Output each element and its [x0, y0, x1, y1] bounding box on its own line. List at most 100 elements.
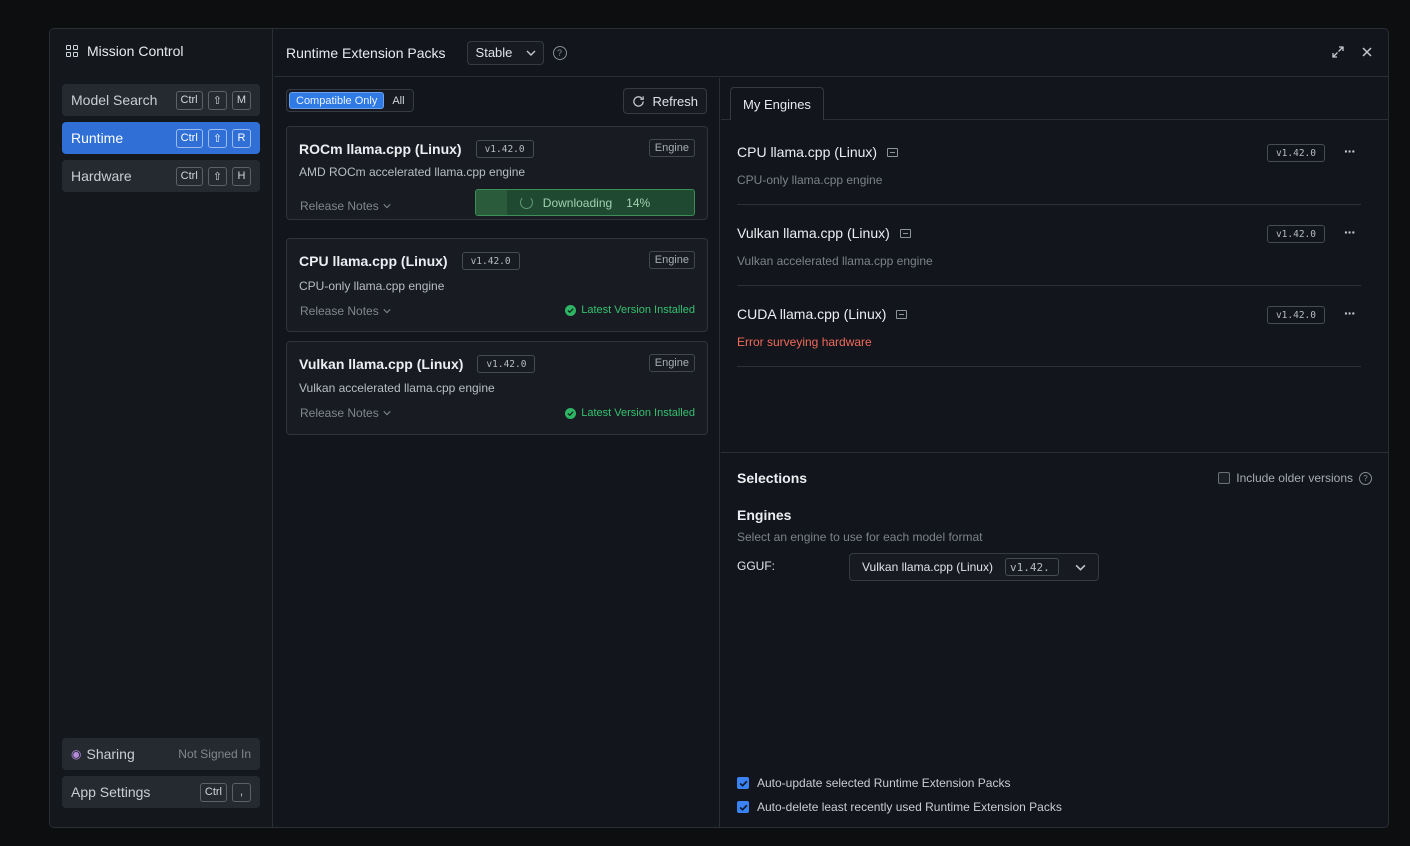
more-options-icon[interactable]: ··· [1344, 224, 1356, 240]
release-notes-label: Release Notes [300, 199, 379, 213]
gguf-label: GGUF: [737, 559, 775, 573]
kbd-key: Ctrl [175, 166, 203, 186]
sidebar-item-runtime[interactable]: Runtime Ctrl ⇧ R [62, 122, 260, 154]
selections-section: Selections Include older versions ? Engi… [721, 452, 1388, 827]
version-badge: v1.42.0 [475, 140, 534, 158]
shortcut-keys: Ctrl ⇧ H [175, 166, 251, 186]
notes-icon[interactable] [899, 228, 911, 238]
mission-control-window: Mission Control Model Search Ctrl ⇧ M Ru… [49, 28, 1389, 828]
channel-select-value: Stable [475, 45, 513, 60]
engine-tag: Engine [648, 139, 695, 157]
pack-card-vulkan: Vulkan llama.cpp (Linux) v1.42.0 Engine … [286, 341, 708, 435]
notes-icon[interactable] [887, 147, 899, 157]
version-badge: v1.42.0 [1266, 306, 1325, 324]
filter-compatible-only[interactable]: Compatible Only [289, 92, 385, 109]
release-notes-toggle[interactable]: Release Notes [300, 199, 391, 213]
include-older-checkbox[interactable] [1218, 472, 1231, 484]
auto-delete-option[interactable]: Auto-delete least recently used Runtime … [737, 800, 1062, 814]
sidebar-item-hardware[interactable]: Hardware Ctrl ⇧ H [62, 160, 260, 192]
engines-description: Select an engine to use for each model f… [737, 530, 983, 544]
sidebar-item-sharing[interactable]: ◉ Sharing Not Signed In [62, 738, 260, 770]
version-badge: v1.42.0 [1266, 144, 1325, 162]
filter-all[interactable]: All [386, 92, 410, 109]
pack-description: Vulkan accelerated llama.cpp engine [299, 381, 495, 395]
spinner-icon [519, 196, 533, 209]
refresh-icon [633, 95, 645, 107]
engine-name: Vulkan llama.cpp (Linux) [737, 225, 890, 241]
engine-name: CUDA llama.cpp (Linux) [737, 306, 887, 322]
installed-label: Latest Version Installed [581, 407, 695, 419]
pack-name: Vulkan llama.cpp (Linux) [299, 356, 464, 372]
pack-name: ROCm llama.cpp (Linux) [299, 141, 462, 157]
my-engines-pane: My Engines CPU llama.cpp (Linux) CPU-onl… [721, 78, 1388, 827]
help-icon[interactable]: ? [552, 45, 567, 60]
engine-description: Vulkan accelerated llama.cpp engine [737, 254, 933, 268]
auto-update-checkbox[interactable] [737, 777, 749, 789]
selections-title: Selections [737, 470, 808, 486]
engine-row-cpu: CPU llama.cpp (Linux) CPU-only llama.cpp… [737, 124, 1361, 205]
shortcut-keys: Ctrl , [199, 782, 251, 802]
alien-icon: ◉ [71, 747, 82, 761]
download-progress: Downloading 14% [475, 189, 695, 216]
engine-tag: Engine [648, 354, 695, 372]
runtime-packs-pane: Compatible Only All Refresh ROCm llama.c… [274, 78, 720, 827]
pack-card-rocm: ROCm llama.cpp (Linux) v1.42.0 Engine AM… [286, 126, 708, 220]
kbd-key: Ctrl [199, 782, 227, 802]
more-options-icon[interactable]: ··· [1344, 143, 1356, 159]
kbd-key: M [231, 90, 251, 110]
grid-icon [66, 44, 79, 58]
gguf-engine-version: v1.42. [1004, 558, 1059, 576]
download-percent: 14% [626, 195, 651, 210]
sign-in-status: Not Signed In [178, 747, 251, 761]
engine-error: Error surveying hardware [737, 335, 872, 349]
refresh-label: Refresh [652, 93, 698, 109]
include-older-label: Include older versions [1236, 471, 1353, 485]
engine-row-vulkan: Vulkan llama.cpp (Linux) Vulkan accelera… [737, 205, 1361, 286]
kbd-key: Ctrl [175, 90, 203, 110]
tab-bar: My Engines [721, 78, 1388, 120]
chevron-down-icon [383, 411, 391, 416]
kbd-key: ⇧ [207, 128, 227, 148]
release-notes-toggle[interactable]: Release Notes [300, 304, 391, 318]
header: Runtime Extension Packs Stable ? [274, 29, 1388, 77]
kbd-key: Ctrl [175, 128, 203, 148]
sidebar: Mission Control Model Search Ctrl ⇧ M Ru… [50, 29, 273, 827]
include-older-versions[interactable]: Include older versions ? [1218, 471, 1372, 485]
help-icon[interactable]: ? [1359, 471, 1372, 485]
release-notes-label: Release Notes [300, 304, 379, 318]
auto-update-label: Auto-update selected Runtime Extension P… [757, 776, 1011, 790]
channel-select[interactable]: Stable [466, 40, 544, 65]
engines-title: Engines [737, 507, 792, 523]
shortcut-keys: Ctrl ⇧ R [175, 128, 251, 148]
release-notes-toggle[interactable]: Release Notes [300, 406, 391, 420]
installed-label: Latest Version Installed [581, 304, 695, 316]
engine-tag: Engine [648, 251, 695, 269]
check-icon [565, 407, 577, 419]
kbd-key: R [232, 128, 251, 148]
refresh-button[interactable]: Refresh [623, 88, 707, 114]
auto-delete-label: Auto-delete least recently used Runtime … [757, 800, 1062, 814]
expand-icon[interactable] [1331, 44, 1345, 60]
auto-delete-checkbox[interactable] [737, 801, 749, 813]
shortcut-keys: Ctrl ⇧ M [175, 90, 251, 110]
pack-description: AMD ROCm accelerated llama.cpp engine [299, 165, 526, 179]
close-icon[interactable] [1360, 44, 1374, 60]
version-badge: v1.42.0 [477, 355, 536, 373]
sidebar-item-label: Runtime [71, 130, 124, 146]
sidebar-item-label: Model Search [71, 92, 158, 108]
notes-icon[interactable] [896, 309, 908, 319]
sidebar-title: Mission Control [66, 43, 183, 59]
kbd-key: ⇧ [207, 90, 227, 110]
auto-update-option[interactable]: Auto-update selected Runtime Extension P… [737, 776, 1010, 790]
check-icon [565, 304, 577, 316]
sidebar-item-app-settings[interactable]: App Settings Ctrl , [62, 776, 260, 808]
more-options-icon[interactable]: ··· [1344, 305, 1356, 321]
kbd-key: , [232, 782, 251, 802]
engine-description: CPU-only llama.cpp engine [737, 173, 883, 187]
download-label: Downloading [542, 195, 613, 210]
tab-my-engines[interactable]: My Engines [730, 87, 824, 120]
page-title: Runtime Extension Packs [286, 44, 446, 61]
pack-description: CPU-only llama.cpp engine [299, 279, 445, 293]
gguf-engine-select[interactable]: Vulkan llama.cpp (Linux) v1.42. [849, 553, 1099, 581]
sidebar-item-model-search[interactable]: Model Search Ctrl ⇧ M [62, 84, 260, 116]
